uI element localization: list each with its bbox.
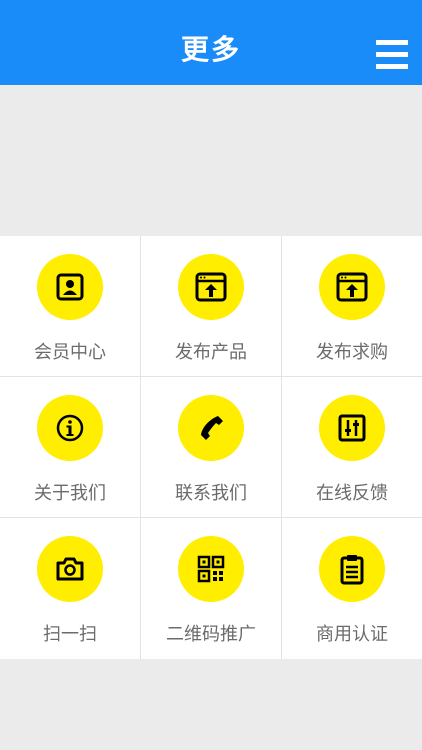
menu-icon-bar: [376, 64, 408, 69]
clipboard-icon: [340, 555, 364, 585]
menu-button[interactable]: [376, 40, 408, 70]
icon-circle: [178, 536, 244, 602]
grid-divider: [0, 376, 422, 377]
grid-item-label: 联系我们: [175, 483, 247, 504]
feature-grid: 会员中心 发布产品 发布求购 关于我们 联系我们 在线反馈 扫一扫 二维码推广 …: [0, 236, 422, 659]
grid-item-label: 关于我们: [34, 483, 106, 504]
menu-icon: [376, 40, 408, 45]
sliders-icon: [338, 414, 366, 442]
publish-upload-icon: [195, 272, 227, 302]
grid-item-qr-promotion[interactable]: 二维码推广: [141, 518, 281, 658]
grid-item-online-feedback[interactable]: 在线反馈: [282, 377, 422, 517]
page-title: 更多: [180, 33, 241, 66]
grid-item-scan[interactable]: 扫一扫: [0, 518, 140, 658]
grid-item-member-center[interactable]: 会员中心: [0, 236, 140, 376]
member-icon: [56, 273, 84, 301]
icon-circle: [37, 395, 103, 461]
grid-item-label: 商用认证: [316, 624, 388, 645]
grid-divider: [281, 236, 282, 659]
grid-divider: [0, 517, 422, 518]
info-icon: [56, 414, 84, 442]
grid-item-label: 在线反馈: [316, 483, 388, 504]
grid-item-business-certification[interactable]: 商用认证: [282, 518, 422, 658]
grid-item-contact-us[interactable]: 联系我们: [141, 377, 281, 517]
menu-icon-bar: [376, 52, 408, 57]
icon-circle: [319, 395, 385, 461]
grid-item-publish-product[interactable]: 发布产品: [141, 236, 281, 376]
qr-code-icon: [197, 555, 225, 583]
grid-item-label: 二维码推广: [166, 624, 256, 645]
banner-area: [0, 85, 422, 236]
icon-circle: [37, 536, 103, 602]
camera-icon: [56, 557, 84, 581]
grid-item-about-us[interactable]: 关于我们: [0, 377, 140, 517]
icon-circle: [319, 254, 385, 320]
icon-circle: [178, 395, 244, 461]
grid-item-publish-purchase[interactable]: 发布求购: [282, 236, 422, 376]
icon-circle: [178, 254, 244, 320]
publish-upload-icon: [336, 272, 368, 302]
icon-circle: [319, 536, 385, 602]
grid-item-label: 发布求购: [316, 342, 388, 363]
grid-item-label: 扫一扫: [43, 624, 97, 645]
phone-icon: [201, 416, 223, 440]
grid-item-label: 会员中心: [34, 342, 106, 363]
icon-circle: [37, 254, 103, 320]
grid-item-label: 发布产品: [175, 342, 247, 363]
app-header: 更多: [0, 0, 422, 85]
grid-divider: [140, 236, 141, 659]
